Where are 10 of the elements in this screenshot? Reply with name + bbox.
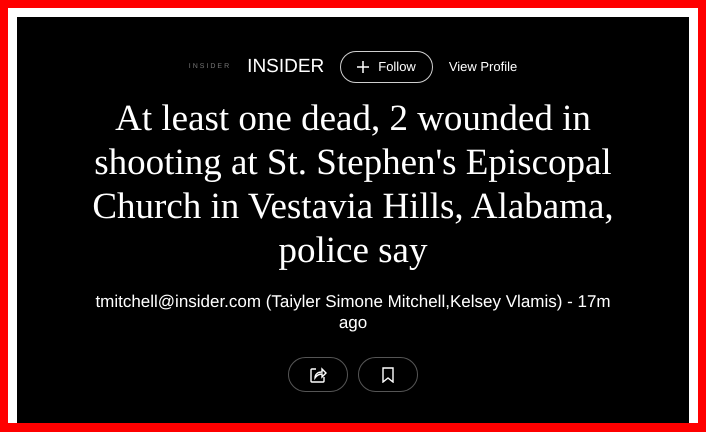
bookmark-icon <box>382 366 394 382</box>
view-profile-link[interactable]: View Profile <box>448 57 518 77</box>
publisher-name: INSIDER <box>247 54 324 79</box>
article-byline: tmitchell@insider.com (Taiyler Simone Mitchell,Kelsey Vlamis) - 17m ago <box>94 291 612 333</box>
bookmark-button[interactable] <box>358 357 418 392</box>
follow-button[interactable]: Follow <box>340 51 433 83</box>
plus-icon <box>357 61 370 73</box>
share-button[interactable] <box>288 357 348 392</box>
article-headline: At least one dead, 2 wounded in shooting at St. Stephen's Episcopal Church in Vestavia Hills, Alabama, police say <box>91 97 615 273</box>
share-icon <box>309 366 327 384</box>
